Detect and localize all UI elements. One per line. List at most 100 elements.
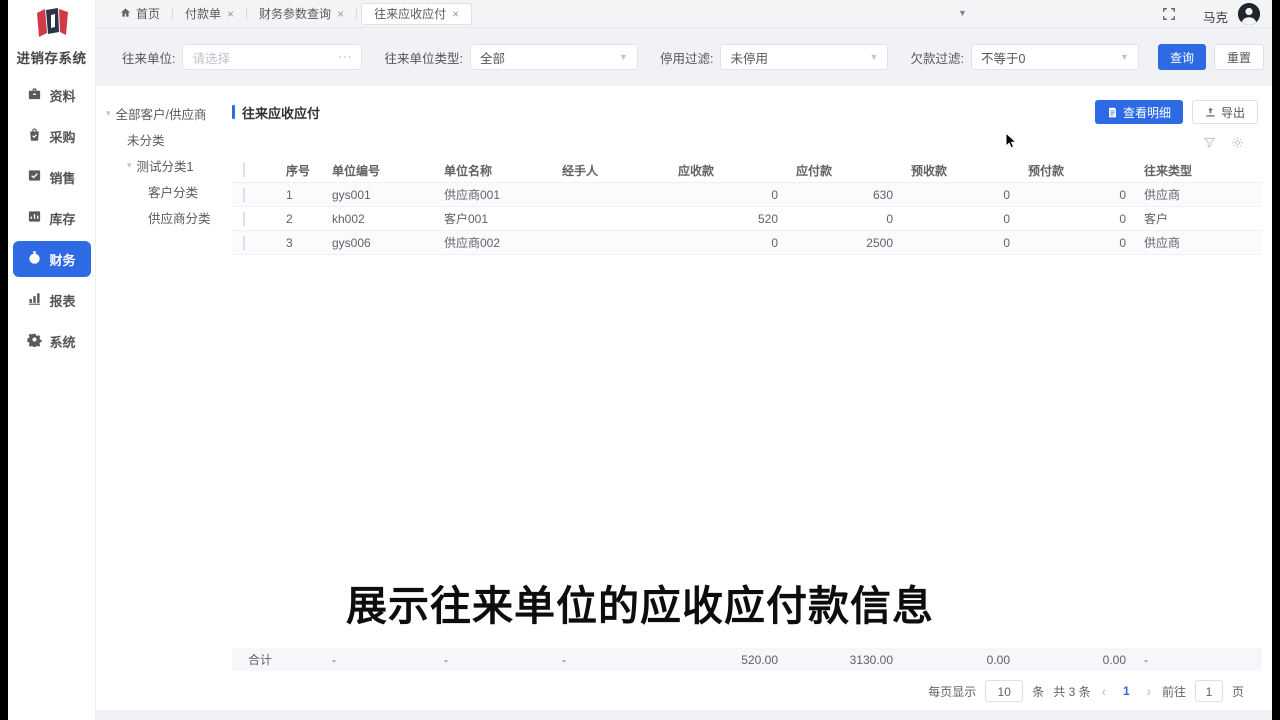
table-cell: 供应商001 [428, 186, 546, 203]
table-cell: 0 [895, 188, 1012, 202]
tab-往来应收应付[interactable]: 往来应收应付× [361, 3, 472, 25]
tab-label: 首页 [136, 5, 160, 22]
sidebar-item-资料[interactable]: 资料 [13, 77, 91, 113]
close-icon[interactable]: × [452, 8, 459, 20]
caret-down-icon[interactable]: ▾ [106, 108, 111, 119]
close-icon[interactable]: × [227, 8, 234, 20]
disabled-filter-label: 停用过滤: [660, 48, 713, 67]
table-cell: 2 [270, 212, 316, 226]
table-cell: gys006 [316, 236, 428, 250]
tree-item-客户分类[interactable]: 客户分类 [96, 178, 230, 204]
per-page-select[interactable]: 10 [985, 680, 1023, 702]
receivable-payable-table: 序号单位编号单位名称经手人应收款应付款预收款预付款往来类型1gys001供应商0… [232, 158, 1262, 255]
inventory-box-icon [27, 209, 42, 227]
main-sidebar: 进销存系统 资料采购销售库存财务报表系统 [8, 0, 96, 720]
filter-icon[interactable] [1203, 136, 1216, 149]
tree-item-label: 客户分类 [148, 182, 198, 201]
gear-icon[interactable] [1231, 136, 1244, 149]
page-label: 页 [1232, 683, 1244, 700]
table-cell: 0 [895, 212, 1012, 226]
next-page-icon[interactable]: › [1145, 684, 1153, 699]
tree-item-label: 全部客户/供应商 [116, 104, 207, 123]
tree-item-供应商分类[interactable]: 供应商分类 [96, 204, 230, 230]
chevron-down-icon: ▼ [870, 52, 879, 62]
disabled-filter-select[interactable]: 未停用 ▼ [720, 44, 888, 70]
caret-down-icon[interactable]: ▾ [127, 160, 132, 171]
screen-frame: 进销存系统 资料采购销售库存财务报表系统 首页付款单×财务参数查询×往来应收应付… [0, 0, 1280, 720]
page-title: 往来应收应付 [242, 103, 320, 122]
summary-cell: - [546, 653, 662, 667]
unit-type-label: 往来单位类型: [384, 48, 462, 67]
column-header: 经手人 [546, 162, 662, 179]
sidebar-item-label: 系统 [49, 332, 75, 351]
search-button[interactable]: 查询 [1158, 44, 1206, 70]
username[interactable]: 马克 [1203, 7, 1228, 26]
view-detail-button[interactable]: 查看明细 [1095, 100, 1183, 124]
row-select-cell [232, 236, 270, 250]
export-icon [1205, 107, 1216, 118]
column-header: 应收款 [662, 162, 780, 179]
row-checkbox[interactable] [243, 188, 245, 202]
table-cell: 520 [662, 212, 780, 226]
prev-page-icon[interactable]: ‹ [1100, 684, 1108, 699]
user-avatar[interactable] [1238, 3, 1260, 25]
sidebar-item-库存[interactable]: 库存 [13, 200, 91, 236]
sidebar-item-label: 销售 [49, 168, 75, 187]
sidebar-nav: 资料采购销售库存财务报表系统 [8, 77, 95, 359]
sidebar-item-报表[interactable]: 报表 [13, 282, 91, 318]
tree-item-label: 未分类 [127, 130, 165, 149]
tab-label: 财务参数查询 [259, 5, 331, 22]
chevron-down-icon: ▼ [1120, 52, 1129, 62]
table-cell: 1 [270, 188, 316, 202]
summary-cell: 0.00 [1012, 653, 1128, 667]
purchase-bag-icon [27, 127, 42, 145]
sidebar-item-label: 报表 [49, 291, 75, 310]
reset-button[interactable]: 重置 [1214, 44, 1264, 70]
table-cell: 2500 [780, 236, 895, 250]
tree-item-测试分类1[interactable]: ▾ 测试分类1 [96, 152, 230, 178]
tree-item-未分类[interactable]: 未分类 [96, 126, 230, 152]
sidebar-item-销售[interactable]: 销售 [13, 159, 91, 195]
sidebar-item-采购[interactable]: 采购 [13, 118, 91, 154]
tab-付款单[interactable]: 付款单× [173, 0, 246, 28]
debt-filter-select[interactable]: 不等于0 ▼ [971, 44, 1139, 70]
title-accent-bar [232, 105, 235, 119]
table-cell: 供应商 [1128, 234, 1262, 251]
sidebar-item-label: 资料 [49, 86, 75, 105]
sidebar-item-财务[interactable]: 财务 [13, 241, 91, 277]
unit-type-select[interactable]: 全部 ▼ [470, 44, 638, 70]
goto-label: 前往 [1162, 683, 1186, 700]
table-row[interactable]: 1gys001供应商001063000供应商 [232, 183, 1262, 207]
chevron-down-icon[interactable]: ▼ [958, 8, 967, 18]
export-button[interactable]: 导出 [1192, 100, 1258, 124]
unit-label: 条 [1032, 683, 1044, 700]
app-logo [8, 0, 95, 46]
home-icon [120, 7, 131, 21]
sidebar-item-label: 采购 [49, 127, 75, 146]
folder-icon [27, 86, 42, 104]
tree-item-全部客户/供应商[interactable]: ▾ 全部客户/供应商 [96, 100, 230, 126]
row-checkbox[interactable] [243, 212, 245, 226]
table-cell: 0 [662, 236, 780, 250]
tab-财务参数查询[interactable]: 财务参数查询 × [247, 0, 356, 28]
current-page[interactable]: 1 [1117, 684, 1136, 698]
fullscreen-icon[interactable] [1162, 7, 1176, 26]
row-checkbox[interactable] [243, 236, 245, 250]
sidebar-item-系统[interactable]: 系统 [13, 323, 91, 359]
table-cell: gys001 [316, 188, 428, 202]
bar-chart-icon [27, 291, 42, 309]
tab-divider [356, 7, 357, 20]
unit-picker-input[interactable]: 请选择 ··· [182, 44, 362, 70]
table-row[interactable]: 3gys006供应商0020250000供应商 [232, 231, 1262, 255]
tree-item-label: 测试分类1 [137, 156, 194, 175]
close-icon[interactable]: × [337, 8, 344, 20]
select-all-checkbox[interactable] [243, 163, 245, 177]
tab-首页[interactable]: 首页 [108, 0, 172, 28]
goto-page-input[interactable]: 1 [1195, 680, 1223, 702]
table-row[interactable]: 2kh002客户001520000客户 [232, 207, 1262, 231]
row-select-cell [232, 188, 270, 202]
table-cell: 630 [780, 188, 895, 202]
column-header: 预收款 [895, 162, 1012, 179]
summary-cell: - [428, 653, 546, 667]
table-cell: 供应商002 [428, 234, 546, 251]
